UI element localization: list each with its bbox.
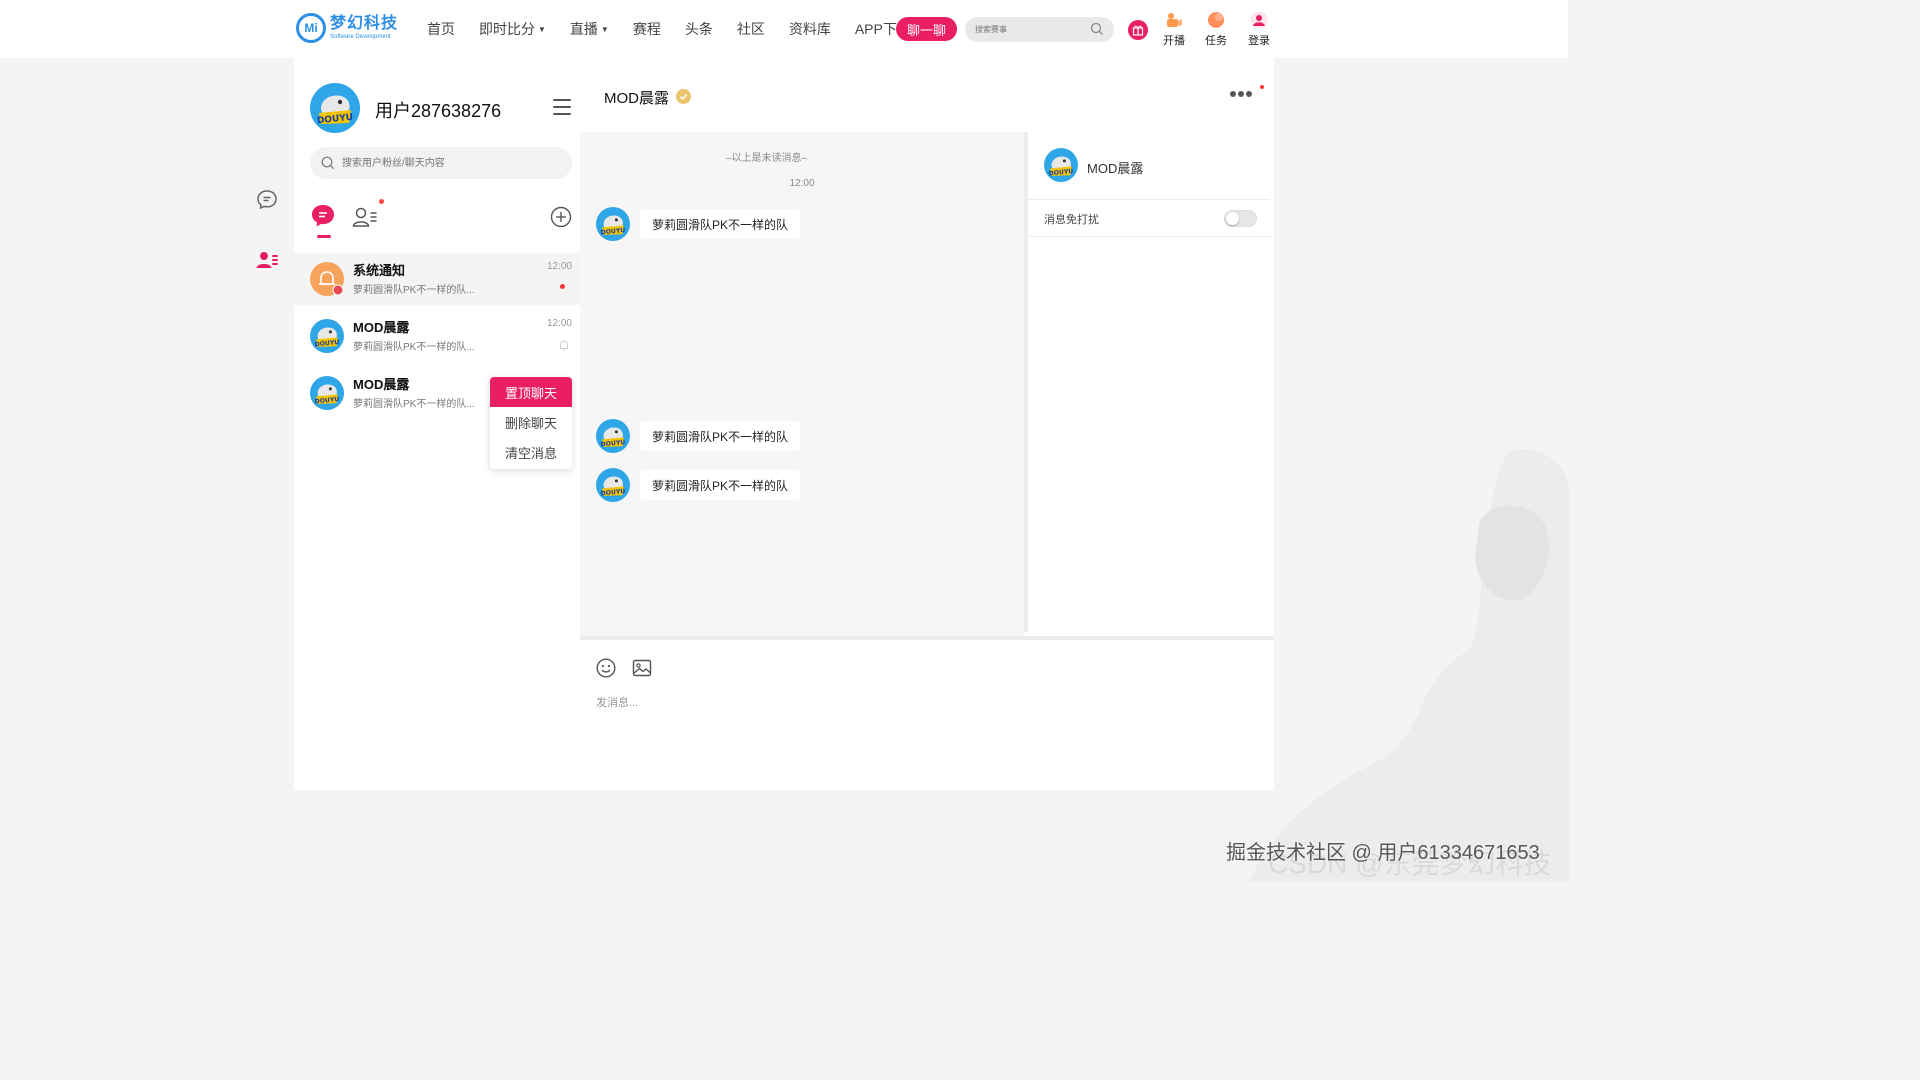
douyu-avatar: DOUYU (310, 319, 344, 353)
my-avatar[interactable]: DOUYU (310, 83, 360, 133)
clear-messages-menu-item[interactable]: 清空消息 (490, 437, 572, 467)
notification-dot (1260, 85, 1264, 89)
divider (1028, 236, 1270, 237)
conversation-preview: 萝莉圆滑队PK不一样的队... (353, 342, 475, 353)
nav-live-stream[interactable]: 直播 ▼ (570, 19, 609, 39)
message-composer (580, 636, 1274, 790)
tasks-button[interactable]: 任务 (1205, 11, 1227, 48)
chat-button[interactable]: 聊一聊 (896, 17, 957, 41)
tab-chats-icon[interactable] (310, 203, 336, 229)
message-bubble: 萝莉圆滑队PK不一样的队 (640, 209, 801, 239)
im-panel: DOUYU 用户287638276 系统通知 萝莉圆滑队PK不一样的队... 1… (294, 58, 1274, 790)
main-nav: 首页 即时比分 ▼ 直播 ▼ 赛程 头条 社区 资料库 APP下载 (427, 19, 935, 39)
nav-schedule[interactable]: 赛程 (633, 19, 661, 39)
menu-icon[interactable] (553, 99, 571, 115)
contact-name: MOD晨露 (1087, 161, 1144, 176)
conversation-name: 系统通知 (353, 263, 406, 278)
brand-name: 梦幻科技 (330, 15, 399, 32)
nav-headlines[interactable]: 头条 (685, 19, 713, 39)
douyu-avatar[interactable]: DOUYU (1044, 148, 1078, 182)
verified-badge-icon (676, 89, 691, 104)
sidebar-search-box (310, 147, 572, 179)
add-icon[interactable] (550, 206, 572, 228)
camera-icon (1167, 13, 1182, 27)
conversation-context-menu: 置顶聊天 删除聊天 清空消息 (490, 377, 572, 469)
image-icon[interactable] (632, 658, 652, 678)
user-icon (1250, 11, 1268, 29)
chat-title: MOD晨露 (604, 90, 669, 107)
conversation-sidebar: DOUYU 用户287638276 系统通知 萝莉圆滑队PK不一样的队... 1… (294, 58, 580, 790)
conversation-name: MOD晨露 (353, 377, 410, 392)
top-navigation-bar: Mi 梦幻科技 Software Development 首页 即时比分 ▼ 直播… (0, 0, 1568, 58)
conversation-preview: 萝莉圆滑队PK不一样的队... (353, 399, 475, 410)
contacts-notification-dot (379, 199, 384, 204)
active-tab-indicator (317, 235, 331, 238)
login-button[interactable]: 登录 (1248, 11, 1270, 48)
gift-icon[interactable] (1128, 20, 1148, 40)
conversation-preview: 萝莉圆滑队PK不一样的队... (353, 285, 475, 296)
divider (1028, 199, 1270, 200)
search-icon[interactable] (1090, 22, 1104, 36)
message-input[interactable] (596, 694, 1256, 712)
conversation-name: MOD晨露 (353, 320, 410, 335)
contacts-rail-icon[interactable] (255, 248, 279, 272)
douyu-avatar: DOUYU (310, 376, 344, 410)
my-username: 用户287638276 (375, 101, 502, 121)
do-not-disturb-toggle[interactable] (1224, 210, 1257, 227)
chat-header: MOD晨露 (580, 58, 1274, 132)
nav-database[interactable]: 资料库 (789, 19, 831, 39)
message-list[interactable]: –以上是未读消息– 12:00 DOUYU 萝莉圆滑队PK不一样的队 DOUYU… (580, 132, 1024, 636)
top-search-input[interactable] (975, 22, 1085, 37)
top-search-box (965, 17, 1114, 42)
emoji-icon[interactable] (596, 658, 616, 678)
nav-live-score[interactable]: 即时比分 ▼ (479, 19, 546, 39)
nav-home[interactable]: 首页 (427, 19, 455, 39)
watermark-text: 掘金技术社区 @ 用户61334671653 (1226, 842, 1540, 864)
messages-rail-icon[interactable] (255, 188, 279, 212)
sidebar-search-input[interactable] (342, 155, 542, 171)
dropdown-caret-icon: ▼ (538, 25, 546, 34)
brand-logo[interactable]: Mi 梦幻科技 Software Development (296, 13, 398, 43)
pin-chat-menu-item[interactable]: 置顶聊天 (490, 377, 572, 407)
delete-chat-menu-item[interactable]: 删除聊天 (490, 407, 572, 437)
background-athlete-image (1250, 449, 1570, 882)
douyu-avatar[interactable]: DOUYU (596, 468, 630, 502)
logo-mark-icon: Mi (296, 13, 326, 43)
conversation-item-system[interactable]: 系统通知 萝莉圆滑队PK不一样的队... 12:00 (294, 253, 580, 305)
conversation-time: 12:00 (546, 318, 572, 329)
message-bubble: 萝莉圆滑队PK不一样的队 (640, 470, 801, 500)
system-notification-avatar (310, 262, 344, 296)
message-timestamp: 12:00 (789, 178, 815, 189)
nav-community[interactable]: 社区 (737, 19, 765, 39)
toggle-knob (1226, 212, 1239, 225)
douyu-avatar[interactable]: DOUYU (596, 207, 630, 241)
go-live-button[interactable]: 开播 (1163, 11, 1185, 48)
unread-dot (560, 284, 565, 289)
brand-subtitle: Software Development (330, 34, 391, 40)
douyu-avatar[interactable]: DOUYU (596, 419, 630, 453)
conversation-time: 12:00 (546, 261, 572, 272)
search-icon (321, 156, 335, 170)
message-bubble: 萝莉圆滑队PK不一样的队 (640, 421, 801, 451)
tab-contacts-icon[interactable] (352, 205, 378, 229)
task-icon (1208, 12, 1224, 28)
unread-divider: –以上是未读消息– (726, 153, 808, 164)
dropdown-caret-icon: ▼ (600, 25, 609, 34)
more-options-icon[interactable] (1230, 91, 1254, 97)
do-not-disturb-label: 消息免打扰 (1044, 214, 1099, 226)
conversation-item[interactable]: DOUYU MOD晨露 萝莉圆滑队PK不一样的队... 12:00 (294, 310, 580, 362)
muted-bell-icon (559, 340, 569, 351)
